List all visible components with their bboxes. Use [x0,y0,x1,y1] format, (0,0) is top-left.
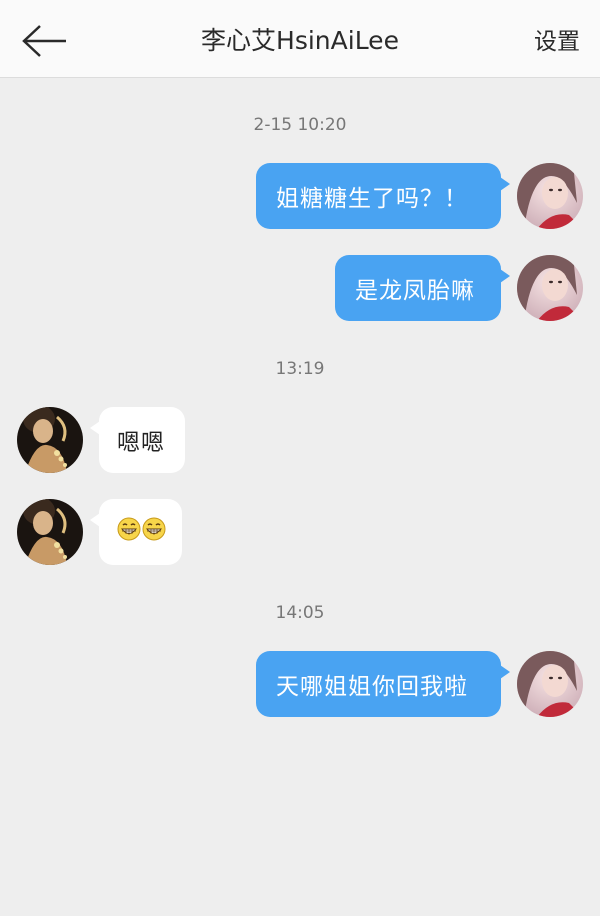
outgoing-message-bubble[interactable]: 是龙凤胎嘛 [335,255,510,321]
grinning-faces-emoji-icon [117,516,167,548]
my-avatar[interactable] [517,255,583,321]
timestamp: 14:05 [275,603,325,623]
incoming-message-bubble[interactable]: 嗯嗯 [90,407,185,473]
timestamp: 13:19 [275,359,325,379]
chat-title: 李心艾HsinAiLee [201,26,399,55]
incoming-message-bubble[interactable] [90,499,182,565]
timestamp: 2-15 10:20 [253,115,347,135]
settings-button[interactable]: 设置 [534,26,580,58]
outgoing-message-bubble[interactable]: 天哪姐姐你回我啦 [256,651,510,717]
contact-avatar[interactable] [17,407,83,473]
message-text: 天哪姐姐你回我啦 [276,674,468,700]
outgoing-message-bubble[interactable]: 姐糖糖生了吗？！ [256,163,510,229]
contact-avatar[interactable] [17,499,83,565]
top-bar: 李心艾HsinAiLee 设置 [0,0,600,78]
message-text: 嗯嗯 [117,430,165,456]
message-text: 姐糖糖生了吗？！ [276,186,468,212]
my-avatar[interactable] [517,163,583,229]
message-text: 是龙凤胎嘛 [355,278,475,304]
my-avatar[interactable] [517,651,583,717]
